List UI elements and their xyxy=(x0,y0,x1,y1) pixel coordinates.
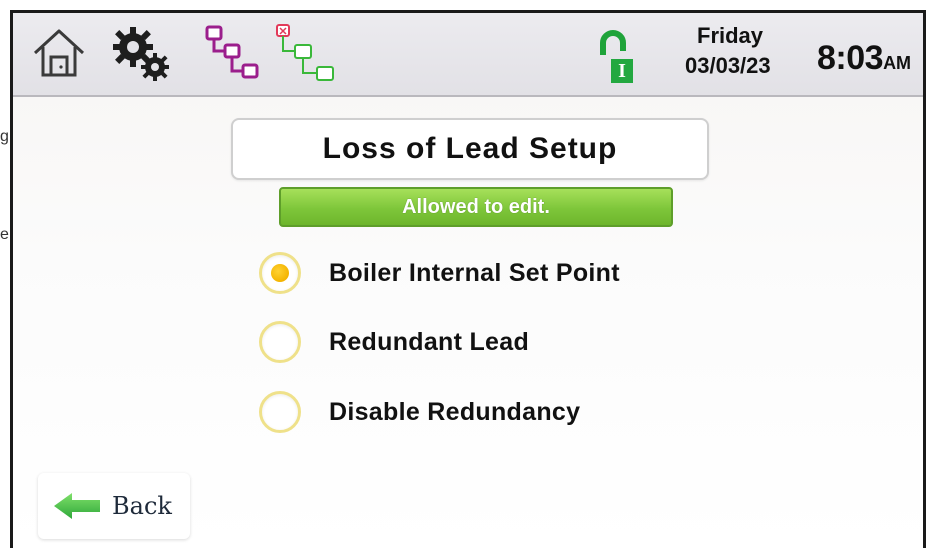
time-value: 8:03 xyxy=(817,39,884,77)
arrow-left-icon xyxy=(52,491,102,521)
option-label: Disable Redundancy xyxy=(329,397,581,426)
device-screen: I Friday 03/03/23 8:03AM Loss of Lead Se… xyxy=(10,10,926,548)
stray-text-g: g xyxy=(0,128,9,145)
network-purple-icon[interactable] xyxy=(203,23,263,90)
option-boiler-internal-set-point[interactable]: Boiler Internal Set Point xyxy=(259,249,620,297)
option-label: Redundant Lead xyxy=(329,327,530,356)
option-disable-redundancy[interactable]: Disable Redundancy xyxy=(259,388,580,436)
radio-button[interactable] xyxy=(259,321,301,363)
back-button[interactable]: Back xyxy=(38,473,190,539)
stray-text-e: e xyxy=(0,226,9,243)
home-icon[interactable] xyxy=(31,27,87,84)
top-bar: I Friday 03/03/23 8:03AM xyxy=(13,13,923,97)
edit-status-banner: Allowed to edit. xyxy=(279,187,673,227)
lock-unlocked-icon: I xyxy=(597,29,635,92)
back-label: Back xyxy=(112,492,172,520)
time-ampm: AM xyxy=(883,53,912,73)
network-green-icon[interactable] xyxy=(273,23,339,92)
page-title: Loss of Lead Setup xyxy=(231,118,709,180)
date-day: Friday xyxy=(697,23,764,48)
radio-button[interactable] xyxy=(259,391,301,433)
clock: 8:03AM xyxy=(817,39,911,78)
date-value: 03/03/23 xyxy=(685,53,771,78)
option-redundant-lead[interactable]: Redundant Lead xyxy=(259,318,529,366)
option-label: Boiler Internal Set Point xyxy=(329,258,620,287)
gear-icon[interactable] xyxy=(109,25,175,90)
radio-selected-dot xyxy=(271,264,289,282)
radio-button[interactable] xyxy=(259,252,301,294)
lock-badge-label: I xyxy=(618,59,626,82)
